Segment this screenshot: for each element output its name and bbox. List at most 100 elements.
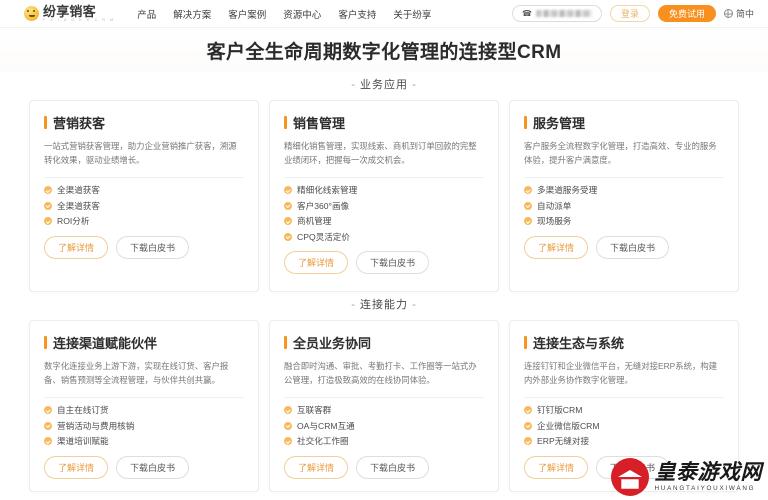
brand-logo[interactable]: 纷享销客 F X I A O K E C R M bbox=[24, 5, 115, 23]
check-circle-icon bbox=[284, 232, 292, 241]
list-item: 营销活动与费用核销 bbox=[44, 421, 244, 431]
card-divider bbox=[284, 176, 484, 178]
card-divider bbox=[524, 176, 724, 178]
card-title: 全员业务协同 bbox=[284, 333, 484, 352]
phone-icon: ☎ bbox=[521, 8, 532, 18]
card-channel-partners[interactable]: 连接渠道赋能伙伴 数字化连接业务上游下游，实现在线订货、客户报备、销售预测等全流… bbox=[29, 320, 259, 492]
card-actions: 了解详情 下载白皮书 bbox=[284, 455, 484, 479]
list-item: 精细化线索管理 bbox=[284, 186, 484, 195]
check-circle-icon bbox=[284, 406, 292, 415]
card-divider bbox=[44, 176, 244, 178]
check-circle-icon bbox=[44, 186, 52, 195]
list-item: CPQ灵活定价 bbox=[284, 233, 484, 242]
section-heading-text: 连接能力 bbox=[360, 299, 408, 311]
check-circle-icon bbox=[44, 217, 52, 226]
brand-logo-text: 纷享销客 F X I A O K E C R M bbox=[43, 5, 115, 23]
accent-bar-icon bbox=[524, 116, 527, 129]
section-heading-business: - 业务应用 - bbox=[0, 76, 768, 92]
feature-label: 企业微信版CRM bbox=[537, 420, 600, 431]
card-description: 融合即时沟通、审批、考勤打卡、工作圈等一站式办公管理，打造极致高效的在线协同体验… bbox=[284, 361, 477, 386]
check-circle-icon bbox=[524, 201, 532, 210]
feature-label: 渠道培训赋能 bbox=[57, 436, 109, 447]
list-item: 全渠道获客 bbox=[44, 186, 244, 195]
card-actions: 了解详情 下载白皮书 bbox=[524, 235, 724, 259]
card-marketing[interactable]: 营销获客 一站式营销获客管理，助力企业营销推广获客，溯源转化效果，驱动业绩增长。… bbox=[29, 100, 259, 292]
phone-pill[interactable]: ☎ bbox=[511, 5, 602, 22]
brand-name-en: F X I A O K E C R M bbox=[43, 17, 116, 22]
page-root: 纷享销客 F X I A O K E C R M 产品 解决方案 客户案例 资源… bbox=[0, 0, 768, 500]
list-item: 企业微信版CRM bbox=[524, 420, 724, 431]
check-circle-icon bbox=[524, 217, 532, 226]
header-actions: ☎ 登录 免费试用 简中 bbox=[511, 5, 754, 22]
feature-label: 全渠道获客 bbox=[57, 200, 100, 211]
download-whitepaper-button[interactable]: 下载白皮书 bbox=[596, 235, 670, 259]
download-whitepaper-button[interactable]: 下载白皮书 bbox=[356, 455, 430, 479]
download-whitepaper-button[interactable]: 下载白皮书 bbox=[596, 455, 670, 479]
learn-more-button[interactable]: 了解详情 bbox=[524, 235, 589, 259]
feature-list: 自主在线订货 营销活动与费用核销 渠道培训赋能 bbox=[44, 406, 244, 446]
list-item: 社交化工作圈 bbox=[284, 437, 484, 446]
check-circle-icon bbox=[44, 406, 52, 415]
accent-bar-icon bbox=[44, 116, 47, 129]
learn-more-button[interactable]: 了解详情 bbox=[524, 455, 589, 479]
feature-list: 钉钉版CRM 企业微信版CRM ERP无缝对接 bbox=[524, 406, 724, 446]
learn-more-button[interactable]: 了解详情 bbox=[44, 455, 109, 479]
accent-bar-icon bbox=[284, 116, 287, 129]
brand-mascot-icon bbox=[24, 5, 39, 21]
download-whitepaper-button[interactable]: 下载白皮书 bbox=[116, 235, 190, 259]
feature-list: 精细化线索管理 客户360°画像 商机管理 CPQ灵活定价 bbox=[284, 186, 484, 241]
card-description: 数字化连接业务上游下游，实现在线订货、客户报备、销售预测等全流程管理，与伙伴共创… bbox=[44, 361, 229, 386]
feature-label: 精细化线索管理 bbox=[297, 184, 358, 195]
check-circle-icon bbox=[284, 437, 292, 446]
download-whitepaper-button[interactable]: 下载白皮书 bbox=[356, 251, 430, 275]
feature-label: OA与CRM互通 bbox=[297, 420, 355, 431]
feature-list: 多渠道服务受理 自动派单 现场服务 bbox=[524, 186, 724, 226]
nav-item-about[interactable]: 关于纷享 bbox=[393, 7, 431, 21]
feature-label: 客户360°画像 bbox=[297, 200, 350, 211]
feature-list: 互联客群 OA与CRM互通 社交化工作圈 bbox=[284, 406, 484, 446]
list-item: 多渠道服务受理 bbox=[524, 186, 724, 195]
card-divider bbox=[44, 396, 244, 398]
learn-more-button[interactable]: 了解详情 bbox=[284, 251, 349, 275]
section-heading-text: 业务应用 bbox=[360, 79, 408, 91]
card-collaboration[interactable]: 全员业务协同 融合即时沟通、审批、考勤打卡、工作圈等一站式办公管理，打造极致高效… bbox=[269, 320, 499, 492]
check-circle-icon bbox=[284, 186, 292, 195]
card-divider bbox=[524, 396, 724, 398]
feature-label: 全渠道获客 bbox=[57, 184, 100, 195]
list-item: 钉钉版CRM bbox=[524, 406, 724, 415]
card-title: 连接生态与系统 bbox=[524, 333, 724, 352]
nav-item-solutions[interactable]: 解决方案 bbox=[173, 7, 211, 21]
page-title: 客户全生命周期数字化管理的连接型CRM bbox=[206, 41, 562, 63]
check-circle-icon bbox=[284, 217, 292, 226]
accent-bar-icon bbox=[284, 336, 287, 349]
language-switcher[interactable]: 简中 bbox=[723, 7, 754, 20]
nav-item-resources[interactable]: 资源中心 bbox=[283, 7, 321, 21]
login-button[interactable]: 登录 bbox=[609, 5, 650, 22]
feature-label: ERP无缝对接 bbox=[537, 436, 590, 447]
list-item: 客户360°画像 bbox=[284, 200, 484, 211]
learn-more-button[interactable]: 了解详情 bbox=[44, 235, 109, 259]
list-item: 渠道培训赋能 bbox=[44, 437, 244, 446]
accent-bar-icon bbox=[44, 336, 47, 349]
brand-name-cn: 纷享销客 bbox=[43, 3, 96, 19]
check-circle-icon bbox=[44, 201, 52, 210]
free-trial-button[interactable]: 免费试用 bbox=[657, 5, 716, 22]
card-ecosystem[interactable]: 连接生态与系统 连接钉钉和企业微信平台，无缝对接ERP系统，构建内外部业务协作数… bbox=[509, 320, 739, 492]
card-sales[interactable]: 销售管理 精细化销售管理，实现线索、商机到订单回款的完整业绩闭环，把握每一次成交… bbox=[269, 100, 499, 292]
card-actions: 了解详情 下载白皮书 bbox=[44, 455, 244, 479]
card-service[interactable]: 服务管理 客户服务全流程数字化管理，打造高效、专业的服务体验，提升客户满意度。 … bbox=[509, 100, 739, 292]
language-label: 简中 bbox=[735, 9, 754, 19]
card-description: 客户服务全流程数字化管理，打造高效、专业的服务体验，提升客户满意度。 bbox=[524, 141, 717, 166]
list-item: 互联客群 bbox=[284, 406, 484, 415]
nav-item-support[interactable]: 客户支持 bbox=[338, 7, 376, 21]
check-circle-icon bbox=[524, 421, 532, 430]
heading-dash-left: - bbox=[351, 299, 356, 311]
feature-label: 自动派单 bbox=[537, 200, 572, 211]
heading-dash-left: - bbox=[351, 79, 356, 91]
nav-item-products[interactable]: 产品 bbox=[137, 7, 156, 21]
heading-dash-right: - bbox=[412, 79, 417, 91]
learn-more-button[interactable]: 了解详情 bbox=[284, 455, 349, 479]
download-whitepaper-button[interactable]: 下载白皮书 bbox=[116, 455, 190, 479]
nav-item-cases[interactable]: 客户案例 bbox=[228, 7, 266, 21]
list-item: ERP无缝对接 bbox=[524, 437, 724, 446]
